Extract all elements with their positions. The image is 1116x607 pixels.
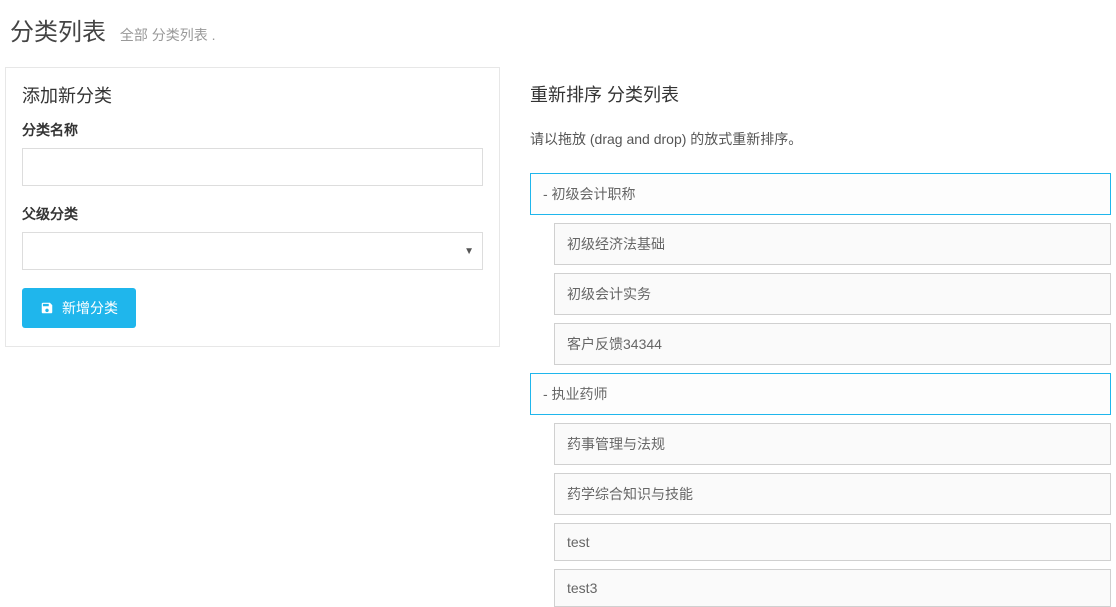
reorder-title: 重新排序 分类列表 xyxy=(530,67,1111,121)
category-child-item[interactable]: 客户反馈34344 xyxy=(554,323,1111,365)
left-column: 添加新分类 分类名称 父级分类 ▼ xyxy=(5,67,500,607)
reorder-hint: 请以拖放 (drag and drop) 的放式重新排序。 xyxy=(530,129,1111,149)
submit-button[interactable]: 新增分类 xyxy=(22,288,136,328)
category-child-item[interactable]: 药学综合知识与技能 xyxy=(554,473,1111,515)
category-list: - 初级会计职称初级经济法基础初级会计实务客户反馈34344 - 执业药师药事管理… xyxy=(530,173,1111,607)
main-row: 添加新分类 分类名称 父级分类 ▼ xyxy=(0,67,1116,607)
category-child-item[interactable]: test xyxy=(554,523,1111,561)
right-column: 重新排序 分类列表 请以拖放 (drag and drop) 的放式重新排序。 … xyxy=(530,67,1111,607)
panel-body: 分类名称 父级分类 ▼ 新增分类 xyxy=(6,120,499,346)
category-child-item[interactable]: 初级会计实务 xyxy=(554,273,1111,315)
category-child-item[interactable]: test3 xyxy=(554,569,1111,607)
category-child-item[interactable]: 药事管理与法规 xyxy=(554,423,1111,465)
category-parent-item[interactable]: - 初级会计职称 xyxy=(530,173,1111,215)
name-label: 分类名称 xyxy=(22,120,483,140)
add-category-panel: 添加新分类 分类名称 父级分类 ▼ xyxy=(5,67,500,347)
parent-label: 父级分类 xyxy=(22,204,483,224)
category-parent-item[interactable]: - 执业药师 xyxy=(530,373,1111,415)
category-child-item[interactable]: 初级经济法基础 xyxy=(554,223,1111,265)
name-input[interactable] xyxy=(22,148,483,186)
save-icon xyxy=(40,301,54,315)
page-title: 分类列表 xyxy=(10,12,106,47)
page-subtitle: 全部 分类列表 . xyxy=(120,27,216,43)
parent-select[interactable]: ▼ xyxy=(22,232,483,270)
form-group-name: 分类名称 xyxy=(22,120,483,186)
form-group-parent: 父级分类 ▼ xyxy=(22,204,483,270)
panel-title: 添加新分类 xyxy=(6,68,499,120)
submit-label: 新增分类 xyxy=(62,298,118,318)
chevron-down-icon: ▼ xyxy=(464,246,474,257)
page-header: 分类列表 全部 分类列表 . xyxy=(0,0,1116,67)
